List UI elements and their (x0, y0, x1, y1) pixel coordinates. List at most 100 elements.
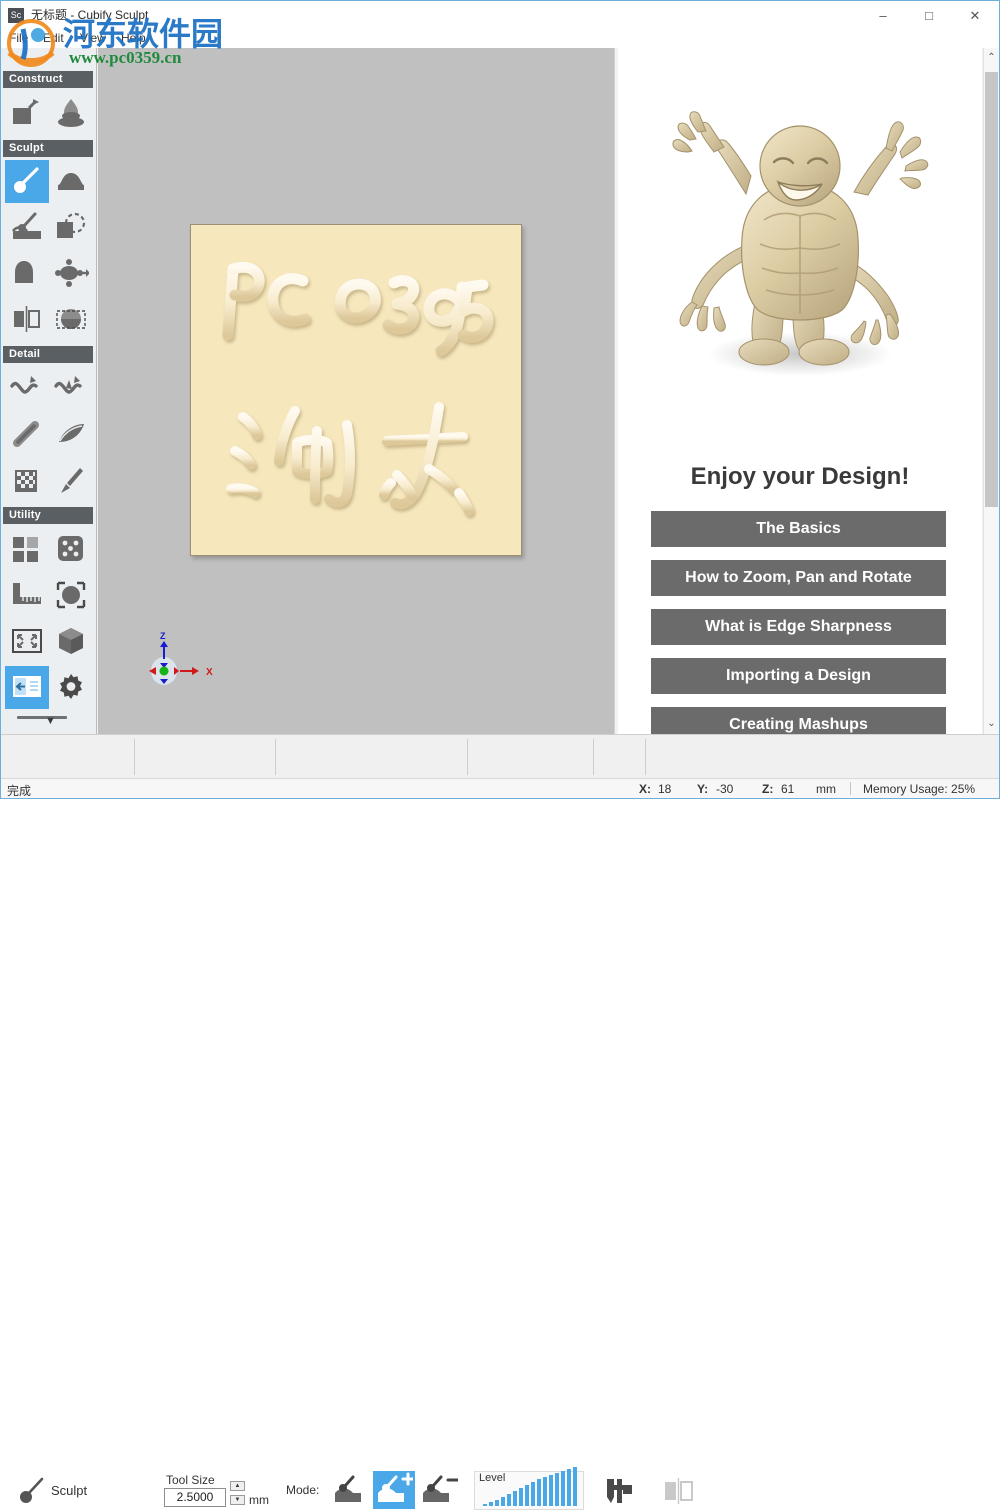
level-bar[interactable] (567, 1469, 571, 1506)
dice-randomize-icon (58, 536, 83, 561)
coord-unit: mm (816, 782, 836, 796)
cubify-sculpt-window: Sc 无标题 - Cubify Sculpt – □ ✕ File Edit V… (0, 0, 1000, 1510)
toolsize-input[interactable]: 2.5000 (164, 1488, 226, 1507)
minimize-button[interactable]: – (860, 1, 906, 30)
tool-panel: Construct Sculpt Detail Utility ▼ (1, 48, 97, 734)
caliper-button[interactable] (601, 1475, 637, 1512)
close-button[interactable]: ✕ (952, 1, 998, 30)
axis-gizmo[interactable]: Z X (134, 625, 244, 695)
mode-add-button[interactable] (373, 1471, 415, 1509)
level-bar[interactable] (531, 1482, 535, 1506)
settings-gear-icon (60, 674, 82, 699)
level-bar[interactable] (549, 1475, 553, 1506)
tool-collapse-panel[interactable] (5, 666, 49, 709)
tool-smooth-curve[interactable] (5, 368, 49, 411)
help-panel-title: Enjoy your Design! (690, 463, 910, 490)
tool-paint-brush[interactable] (49, 460, 93, 503)
level-bar-graph[interactable] (479, 1467, 579, 1510)
toolsize-increment-button[interactable]: ▲ (230, 1481, 245, 1491)
help-panel-scrollbar[interactable]: ⌃ ⌄ (983, 48, 999, 734)
level-bar[interactable] (555, 1473, 559, 1506)
toolsize-decrement-button[interactable]: ▼ (230, 1495, 245, 1505)
sculpt-brush-icon (14, 167, 39, 193)
gizmo-x-label: X (206, 667, 213, 678)
level-bar[interactable] (525, 1485, 529, 1506)
level-bar[interactable] (507, 1494, 511, 1506)
mode-subtract-button[interactable] (418, 1471, 460, 1509)
fit-view-icon (12, 629, 42, 653)
collapse-panel-icon (13, 676, 41, 697)
coord-x-value: 18 (658, 782, 672, 796)
import-model-icon (13, 99, 39, 124)
help-button-edge-sharpness[interactable]: What is Edge Sharpness (651, 609, 946, 645)
tool-sharpen-curve[interactable] (49, 368, 93, 411)
crop-dome-icon (56, 309, 86, 329)
coord-y-label: Y: (697, 782, 709, 796)
tube-stroke-icon (13, 421, 39, 447)
help-button-importing[interactable]: Importing a Design (651, 658, 946, 694)
tool-import-model[interactable] (5, 92, 49, 135)
3d-viewport[interactable]: Z X (98, 48, 614, 734)
level-bar[interactable] (513, 1491, 517, 1506)
clay-monster-model (628, 66, 972, 396)
tool-scale-object[interactable] (49, 574, 93, 617)
panel-drag-handle[interactable] (17, 716, 67, 719)
tool-move-transform[interactable] (49, 252, 93, 295)
clay-slab-model[interactable] (190, 224, 522, 556)
bottom-toolbar: Sculpt Tool Size 2.5000 ▲ ▼ mm Mode: Lev… (1, 734, 999, 1510)
tool-flatten-blade[interactable] (49, 414, 93, 457)
scrollbar-thumb[interactable] (985, 72, 998, 507)
help-button-mashups[interactable]: Creating Mashups (651, 707, 946, 734)
level-bar[interactable] (519, 1488, 523, 1506)
tool-grid-layout[interactable] (5, 528, 49, 571)
level-bar[interactable] (573, 1467, 577, 1506)
expand-chevron-icon[interactable]: ▼ (45, 715, 56, 727)
tool-dice-randomize[interactable] (49, 528, 93, 571)
smooth-mound-icon (58, 173, 84, 190)
window-title: 无标题 - Cubify Sculpt (31, 8, 149, 22)
mode-subtract-icon (423, 1475, 460, 1502)
level-bar[interactable] (543, 1477, 547, 1506)
sculpt-brush-icon (20, 1477, 44, 1503)
tool-fit-view[interactable] (5, 620, 49, 663)
relief-text-chinese (226, 402, 474, 516)
tool-mirror[interactable] (5, 298, 49, 341)
tool-select-sphere[interactable] (49, 206, 93, 249)
tool-clay-blob[interactable] (49, 92, 93, 135)
menu-item-view[interactable]: View (80, 31, 106, 45)
menu-item-edit[interactable]: Edit (43, 31, 64, 45)
scroll-up-icon[interactable]: ⌃ (984, 48, 999, 68)
scroll-down-icon[interactable]: ⌄ (984, 714, 999, 734)
mode-sculpt-button[interactable] (328, 1471, 370, 1509)
tool-settings-gear[interactable] (49, 666, 93, 709)
mirror-view-button[interactable] (661, 1475, 697, 1512)
level-bar[interactable] (501, 1497, 505, 1506)
coord-z-value: 61 (781, 782, 795, 796)
menu-item-help[interactable]: Help (121, 31, 146, 45)
tool-measure-ruler[interactable] (5, 574, 49, 617)
menu-item-file[interactable]: File (9, 31, 28, 45)
tool-carve[interactable] (5, 206, 49, 249)
maximize-button[interactable]: □ (906, 1, 952, 30)
tool-sculpt-brush[interactable] (5, 160, 49, 203)
level-bar[interactable] (489, 1502, 493, 1506)
level-bar[interactable] (537, 1479, 541, 1506)
tool-texture-checker[interactable] (5, 460, 49, 503)
tool-smooth-mound[interactable] (49, 160, 93, 203)
help-button-the-basics[interactable]: The Basics (651, 511, 946, 547)
tool-inflate[interactable] (5, 252, 49, 295)
scale-object-icon (56, 581, 86, 609)
level-bar[interactable] (561, 1471, 565, 1506)
tool-tube-stroke[interactable] (5, 414, 49, 457)
gizmo-origin (159, 666, 169, 676)
sharpen-curve-icon (54, 376, 82, 394)
current-tool-icon (15, 1475, 49, 1512)
tool-cube-solid[interactable] (49, 620, 93, 663)
flatten-blade-icon (59, 424, 84, 442)
tool-crop-dome[interactable] (49, 298, 93, 341)
help-button-zoom-pan-rotate[interactable]: How to Zoom, Pan and Rotate (651, 560, 946, 596)
level-bar[interactable] (495, 1500, 499, 1506)
level-bar[interactable] (483, 1504, 487, 1506)
status-message: 完成 (7, 784, 32, 798)
help-panel: Enjoy your Design! The Basics How to Zoo… (618, 48, 982, 734)
